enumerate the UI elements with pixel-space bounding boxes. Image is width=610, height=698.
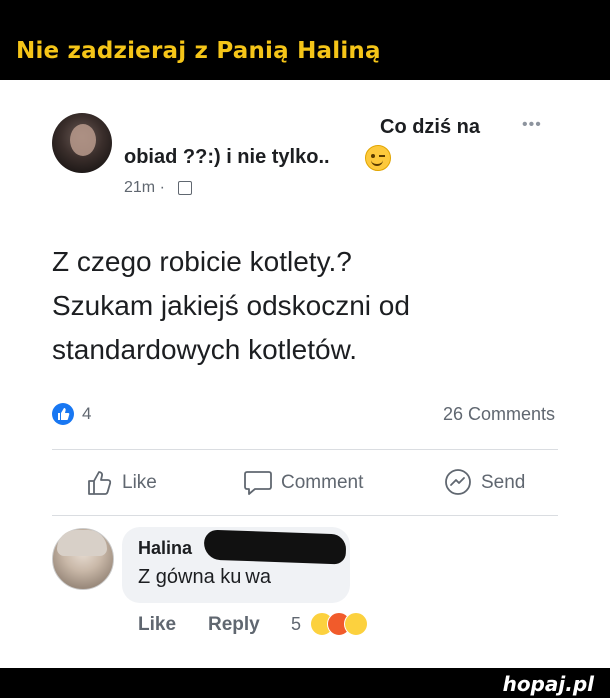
send-button[interactable]: Send bbox=[443, 466, 525, 500]
comment-author[interactable]: Halina bbox=[138, 538, 192, 559]
comment-label: Comment bbox=[281, 472, 364, 493]
thumbs-up-icon bbox=[88, 471, 112, 495]
like-label: Like bbox=[122, 472, 157, 493]
page-title: Nie zadzieraj z Panią Haliną bbox=[16, 38, 381, 64]
comment-like-button[interactable]: Like bbox=[138, 614, 176, 636]
comment-reply-button[interactable]: Reply bbox=[208, 614, 260, 636]
more-icon[interactable]: ••• bbox=[522, 116, 542, 134]
comment-button[interactable]: Comment bbox=[243, 466, 363, 500]
like-button[interactable]: Like bbox=[86, 466, 157, 500]
post-body-line: Szukam jakiejś odskoczni od bbox=[52, 290, 410, 321]
redaction-mark bbox=[203, 529, 347, 565]
post-body: Z czego robicie kotlety.? Szukam jakiejś… bbox=[52, 240, 572, 372]
author-avatar-face bbox=[70, 124, 96, 156]
post-body-line: Z czego robicie kotlety.? bbox=[52, 246, 352, 277]
messenger-icon bbox=[445, 469, 471, 495]
brand-logo[interactable]: hopaj.pl bbox=[503, 672, 594, 696]
like-icon[interactable] bbox=[52, 403, 74, 425]
post-time[interactable]: 21m · bbox=[124, 179, 165, 197]
commenter-avatar-hair bbox=[57, 530, 107, 556]
divider bbox=[52, 515, 558, 516]
reactions-count[interactable]: 4 bbox=[82, 404, 91, 424]
post-title-part1: Co dziś na bbox=[380, 116, 481, 138]
comment-reactions-count[interactable]: 5 bbox=[291, 614, 301, 635]
wow-emoji-icon bbox=[344, 612, 368, 636]
post-title-part2: obiad ??:) i nie tylko.. bbox=[124, 146, 330, 168]
friends-icon bbox=[178, 181, 192, 195]
divider bbox=[52, 449, 558, 450]
comments-count[interactable]: 26 Comments bbox=[443, 404, 555, 425]
post-body-line: standardowych kotletów. bbox=[52, 334, 358, 365]
send-label: Send bbox=[481, 472, 526, 493]
comment-icon bbox=[244, 471, 272, 495]
comment-text: Z gówna ku wa bbox=[138, 566, 271, 588]
